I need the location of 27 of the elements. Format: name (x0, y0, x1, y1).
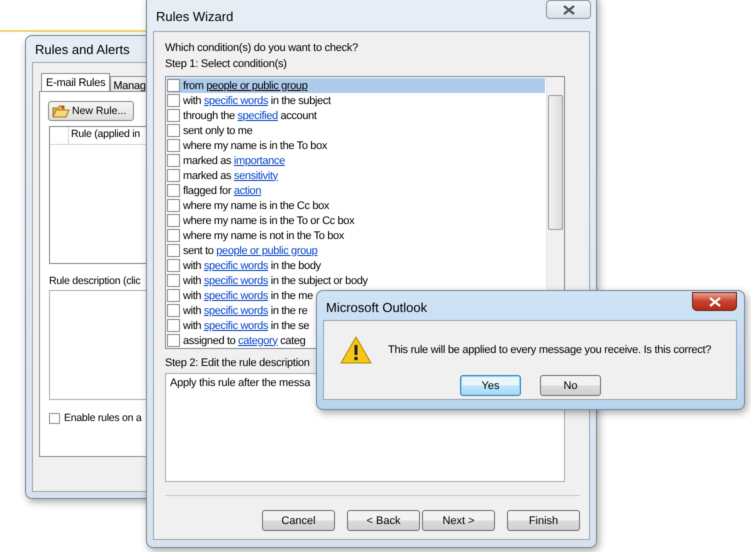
condition-label: with specific words in the subject or body (183, 274, 368, 286)
condition-label: sent only to me (183, 124, 252, 136)
condition-label: with specific words in the me (183, 290, 313, 302)
window-title: Rules Wizard (156, 9, 234, 24)
condition-label: sent to people or public group (183, 244, 318, 256)
window-title: Microsoft Outlook (326, 300, 428, 315)
condition-label: assigned to category categ (183, 334, 306, 346)
question-label: Which condition(s) do you want to check? (165, 42, 359, 56)
condition-label: with specific words in the body (183, 260, 321, 272)
condition-label: with specific words in the re (183, 304, 308, 316)
step-label: Step 2: Edit the rule description (165, 357, 311, 371)
checkbox-label: Enable rules on a (64, 412, 142, 424)
condition-label: where my name is in the To or Cc box (183, 214, 354, 226)
condition-label: with specific words in the se (183, 320, 310, 332)
condition-label: marked as sensitivity (183, 170, 278, 182)
condition-label: through the specified account (183, 110, 317, 122)
condition-label: flagged for action (183, 184, 262, 196)
condition-label: from people or public group (183, 80, 308, 92)
condition-label: with specific words in the subject (183, 94, 331, 106)
rule-description-label: Rule description (clic (49, 275, 140, 287)
condition-label: where my name is in the Cc box (183, 200, 330, 212)
step-label: Step 1: Select condition(s) (165, 58, 288, 72)
window-title: Rules and Alerts (35, 42, 130, 57)
dialog-message: This rule will be applied to every message you receive. Is this correct? (388, 344, 712, 356)
condition-label: where my name is in the To box (183, 140, 327, 152)
condition-label: marked as importance (183, 154, 285, 166)
condition-label: where my name is not in the To box (183, 230, 344, 242)
